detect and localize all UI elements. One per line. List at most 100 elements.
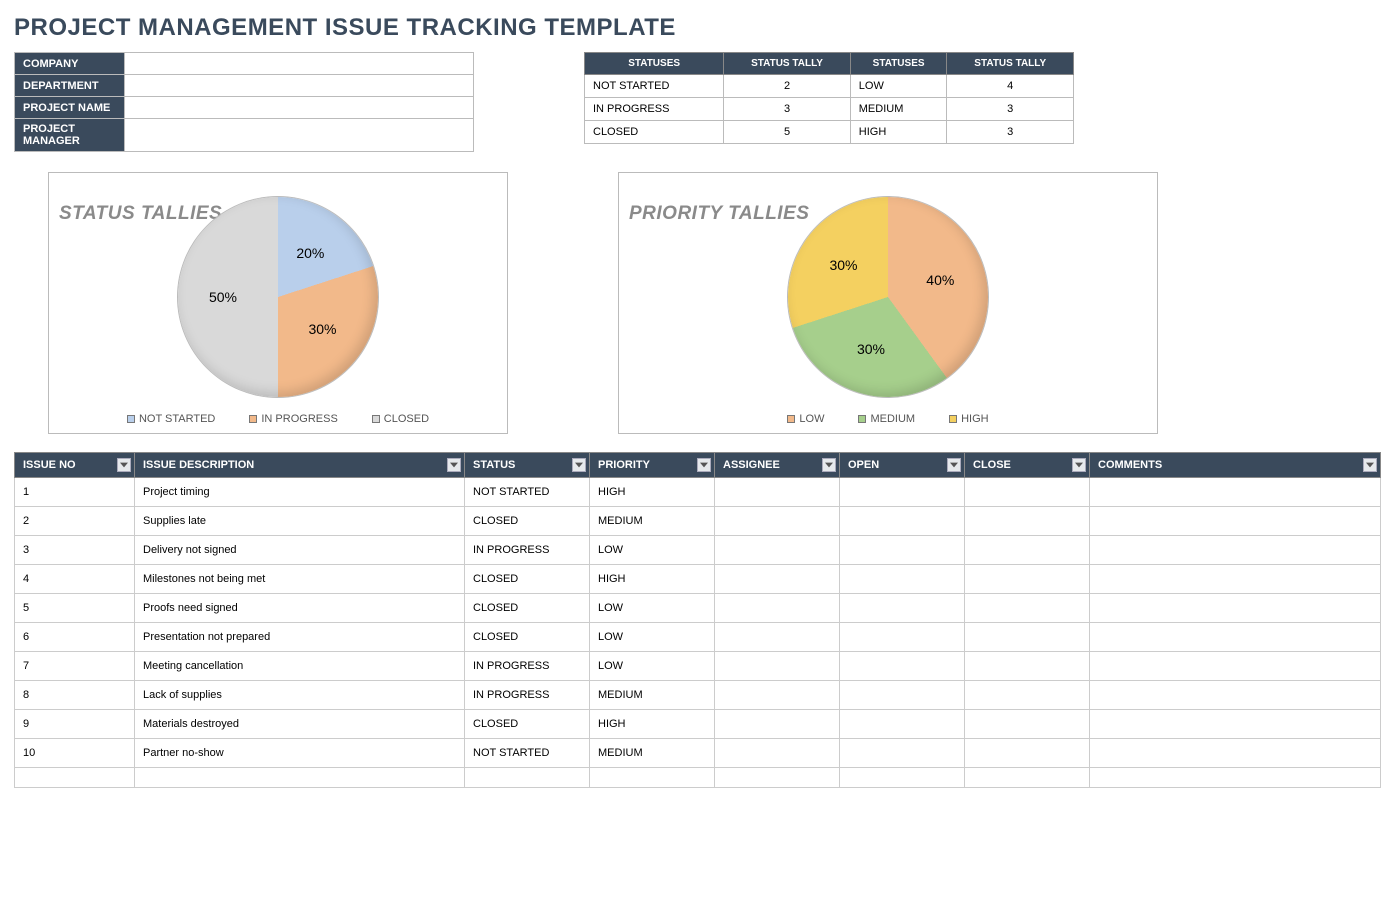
issue-cell[interactable]: 2	[15, 507, 135, 536]
issue-cell[interactable]: 5	[15, 594, 135, 623]
issue-header[interactable]: OPEN	[840, 453, 965, 478]
issue-cell[interactable]	[965, 681, 1090, 710]
issue-cell[interactable]: HIGH	[590, 478, 715, 507]
issue-cell[interactable]	[840, 710, 965, 739]
issue-cell[interactable]	[1090, 507, 1381, 536]
issue-cell[interactable]	[840, 565, 965, 594]
issue-cell[interactable]	[1090, 652, 1381, 681]
meta-value[interactable]	[125, 53, 474, 75]
issue-cell[interactable]	[965, 507, 1090, 536]
issue-cell[interactable]: CLOSED	[465, 594, 590, 623]
issue-cell[interactable]	[715, 507, 840, 536]
issue-header[interactable]: COMMENTS	[1090, 453, 1381, 478]
issue-cell[interactable]	[965, 478, 1090, 507]
issue-cell[interactable]: LOW	[590, 623, 715, 652]
issue-cell[interactable]	[965, 536, 1090, 565]
issue-cell[interactable]	[715, 623, 840, 652]
issue-cell[interactable]	[1090, 594, 1381, 623]
issue-cell[interactable]: MEDIUM	[590, 507, 715, 536]
issue-cell[interactable]: 9	[15, 710, 135, 739]
issue-cell[interactable]: 1	[15, 478, 135, 507]
issue-cell[interactable]	[840, 652, 965, 681]
issue-cell[interactable]: MEDIUM	[590, 681, 715, 710]
issue-cell[interactable]: CLOSED	[465, 565, 590, 594]
issue-cell[interactable]: NOT STARTED	[465, 478, 590, 507]
issue-cell[interactable]	[840, 768, 965, 788]
issue-cell[interactable]	[965, 652, 1090, 681]
issue-cell[interactable]: 6	[15, 623, 135, 652]
issue-cell[interactable]	[1090, 623, 1381, 652]
issue-cell[interactable]: IN PROGRESS	[465, 536, 590, 565]
issue-cell[interactable]	[965, 739, 1090, 768]
issue-cell[interactable]	[840, 623, 965, 652]
issue-cell[interactable]	[840, 681, 965, 710]
issue-cell[interactable]: MEDIUM	[590, 739, 715, 768]
issue-header[interactable]: STATUS	[465, 453, 590, 478]
issue-cell[interactable]: CLOSED	[465, 623, 590, 652]
filter-dropdown-icon[interactable]	[1363, 458, 1377, 472]
issue-cell[interactable]: Partner no-show	[135, 739, 465, 768]
issue-cell[interactable]	[135, 768, 465, 788]
issue-cell[interactable]	[1090, 536, 1381, 565]
issue-cell[interactable]: Lack of supplies	[135, 681, 465, 710]
issue-cell[interactable]: 8	[15, 681, 135, 710]
issue-cell[interactable]: NOT STARTED	[465, 739, 590, 768]
issue-cell[interactable]	[965, 710, 1090, 739]
issue-cell[interactable]	[715, 681, 840, 710]
issue-header[interactable]: ISSUE NO	[15, 453, 135, 478]
meta-value[interactable]	[125, 75, 474, 97]
issue-cell[interactable]: Delivery not signed	[135, 536, 465, 565]
filter-dropdown-icon[interactable]	[947, 458, 961, 472]
filter-dropdown-icon[interactable]	[697, 458, 711, 472]
issue-cell[interactable]	[715, 478, 840, 507]
issue-cell[interactable]: HIGH	[590, 565, 715, 594]
issue-cell[interactable]: 10	[15, 739, 135, 768]
issue-cell[interactable]	[965, 768, 1090, 788]
issue-cell[interactable]	[965, 594, 1090, 623]
filter-dropdown-icon[interactable]	[572, 458, 586, 472]
filter-dropdown-icon[interactable]	[822, 458, 836, 472]
filter-dropdown-icon[interactable]	[1072, 458, 1086, 472]
issue-header[interactable]: ASSIGNEE	[715, 453, 840, 478]
issue-cell[interactable]: Milestones not being met	[135, 565, 465, 594]
issue-cell[interactable]	[1090, 739, 1381, 768]
issue-cell[interactable]	[590, 768, 715, 788]
issue-cell[interactable]	[715, 536, 840, 565]
issue-cell[interactable]	[715, 710, 840, 739]
issue-cell[interactable]: LOW	[590, 652, 715, 681]
issue-cell[interactable]	[840, 739, 965, 768]
issue-cell[interactable]	[840, 478, 965, 507]
issue-cell[interactable]: IN PROGRESS	[465, 652, 590, 681]
issue-cell[interactable]	[715, 565, 840, 594]
issue-cell[interactable]: Proofs need signed	[135, 594, 465, 623]
issue-cell[interactable]: LOW	[590, 536, 715, 565]
issue-cell[interactable]	[1090, 710, 1381, 739]
issue-cell[interactable]: IN PROGRESS	[465, 681, 590, 710]
issue-cell[interactable]	[1090, 768, 1381, 788]
issue-cell[interactable]: Supplies late	[135, 507, 465, 536]
issue-header[interactable]: CLOSE	[965, 453, 1090, 478]
issue-cell[interactable]	[715, 594, 840, 623]
meta-value[interactable]	[125, 97, 474, 119]
issue-cell[interactable]	[840, 507, 965, 536]
issue-cell[interactable]: Materials destroyed	[135, 710, 465, 739]
issue-cell[interactable]: 4	[15, 565, 135, 594]
issue-cell[interactable]: LOW	[590, 594, 715, 623]
issue-cell[interactable]	[15, 768, 135, 788]
issue-cell[interactable]: CLOSED	[465, 710, 590, 739]
issue-cell[interactable]	[965, 623, 1090, 652]
issue-cell[interactable]	[1090, 565, 1381, 594]
issue-cell[interactable]: Meeting cancellation	[135, 652, 465, 681]
issue-cell[interactable]	[1090, 681, 1381, 710]
issue-cell[interactable]	[715, 768, 840, 788]
issue-cell[interactable]: Project timing	[135, 478, 465, 507]
issue-cell[interactable]	[715, 739, 840, 768]
issue-cell[interactable]: Presentation not prepared	[135, 623, 465, 652]
issue-cell[interactable]	[1090, 478, 1381, 507]
filter-dropdown-icon[interactable]	[447, 458, 461, 472]
issue-cell[interactable]	[840, 594, 965, 623]
issue-cell[interactable]	[465, 768, 590, 788]
issue-cell[interactable]	[965, 565, 1090, 594]
meta-value[interactable]	[125, 119, 474, 152]
issue-cell[interactable]: 3	[15, 536, 135, 565]
